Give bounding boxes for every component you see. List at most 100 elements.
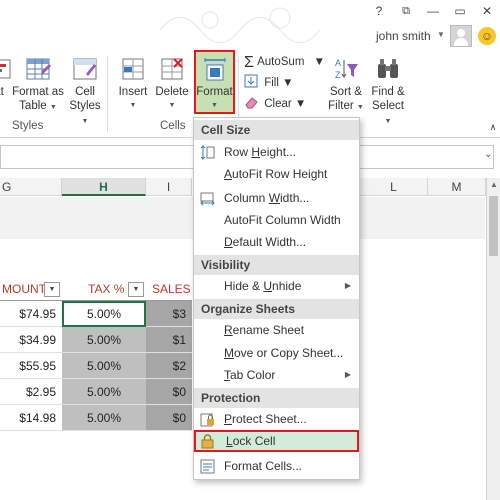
amount-cell[interactable]: $55.95 [0, 353, 62, 379]
menu-item-label: Hide & Unhide [224, 279, 302, 293]
column-header-i[interactable]: I [146, 178, 192, 196]
menu-item-column-width[interactable]: Column Width... [194, 187, 359, 209]
title-bar: ? ⧉ — ▭ ✕ [0, 0, 500, 43]
fill-label: Fill [264, 77, 279, 89]
binoculars-icon [375, 56, 401, 82]
menu-item-label: AutoFit Column Width [224, 213, 341, 227]
insert-button[interactable]: Insert ▼ [116, 56, 150, 113]
sales-tax-cell[interactable]: $3 [146, 301, 192, 327]
scrollbar-thumb[interactable] [489, 196, 498, 256]
clear-dropdown-icon: ▼ [294, 98, 307, 110]
cell-styles-icon [72, 56, 98, 82]
maximize-button[interactable]: ▭ [451, 2, 469, 20]
menu-item-tab-color[interactable]: Tab Color ▶ [194, 364, 359, 386]
tax-cell-selected[interactable]: 5.00% [62, 301, 146, 327]
find-select-button[interactable]: Find & Select ▼ [368, 56, 408, 129]
account-bar: john smith ▼ ☺ [0, 24, 500, 50]
user-name[interactable]: john smith [376, 29, 431, 43]
amount-header: MOUNT [2, 282, 46, 296]
column-header-l[interactable]: L [360, 178, 428, 196]
delete-button[interactable]: Delete ▼ [154, 56, 190, 113]
sales-tax-cell[interactable]: $1 [146, 327, 192, 353]
sales-tax-cell[interactable]: $0 [146, 379, 192, 405]
close-button[interactable]: ✕ [478, 2, 496, 20]
expand-formula-bar-icon[interactable]: ⌄ [484, 149, 492, 160]
amount-cell[interactable]: $74.95 [0, 301, 62, 327]
sales-tax-cell[interactable]: $0 [146, 405, 192, 431]
menu-item-move-copy-sheet[interactable]: Move or Copy Sheet... [194, 342, 359, 364]
menu-item-label: Lock Cell [226, 434, 276, 448]
fill-down-icon [244, 74, 258, 88]
avatar[interactable] [450, 25, 472, 47]
menu-item-lock-cell[interactable]: Lock Cell [194, 430, 359, 452]
eraser-icon [244, 95, 258, 109]
sales-tax-cell[interactable]: $2 [146, 353, 192, 379]
menu-item-label: AutoFit Row Height [224, 167, 328, 181]
help-button[interactable]: ? [370, 2, 388, 20]
fill-button[interactable]: Fill ▼ [244, 74, 294, 92]
delete-cells-icon [159, 56, 185, 82]
cell-styles-label-line1: Cell [75, 86, 95, 98]
format-as-table-label-line1: Format as [12, 86, 64, 98]
menu-section-visibility: Visibility [194, 255, 359, 275]
menu-section-organize-sheets: Organize Sheets [194, 299, 359, 319]
tax-cell[interactable]: 5.00% [62, 353, 146, 379]
menu-item-autofit-row-height[interactable]: AutoFit Row Height [194, 163, 359, 185]
insert-dropdown-icon: ▼ [129, 102, 137, 109]
menu-item-label: Tab Color [224, 368, 276, 382]
insert-label: Insert [118, 86, 148, 98]
menu-item-label: Default Width... [224, 235, 307, 249]
amount-cell[interactable]: $14.98 [0, 405, 62, 431]
menu-item-label: Format Cells... [224, 459, 303, 473]
delete-label: Delete [155, 86, 189, 98]
column-header-h[interactable]: H [62, 178, 146, 196]
format-as-table-label-line2: Table ▼ [19, 100, 57, 112]
styles-group-label: Styles [12, 120, 44, 132]
cells-group-label: Cells [160, 120, 186, 132]
conditional-formatting-partial[interactable]: at [0, 56, 11, 99]
clear-button[interactable]: Clear ▼ [244, 95, 306, 113]
clear-label: Clear [264, 98, 292, 110]
menu-item-row-height[interactable]: Row Height... [194, 141, 359, 163]
row-height-icon [200, 145, 215, 160]
find-select-label-line1: Find & [371, 86, 405, 98]
feedback-smiley-icon[interactable]: ☺ [478, 27, 496, 45]
menu-item-default-width[interactable]: Default Width... [194, 231, 359, 253]
amount-cell[interactable]: $34.99 [0, 327, 62, 353]
minimize-button[interactable]: — [424, 2, 442, 20]
format-button[interactable]: Format ▼ [194, 50, 235, 114]
column-header-m[interactable]: M [428, 178, 486, 196]
collapse-ribbon-icon[interactable]: ∧ [488, 120, 498, 134]
column-header-g[interactable]: G [0, 178, 62, 196]
menu-item-label: Row Height... [224, 145, 297, 159]
format-cells-dialog-icon [200, 459, 215, 474]
ribbon-display-options-button[interactable]: ⧉ [397, 2, 415, 20]
account-dropdown-icon[interactable]: ▼ [437, 30, 445, 39]
tax-cell[interactable]: 5.00% [62, 405, 146, 431]
sort-filter-label-line1: Sort & [330, 86, 362, 98]
menu-item-hide-unhide[interactable]: Hide & Unhide ▶ [194, 275, 359, 297]
vertical-scrollbar[interactable]: ▲ [486, 178, 500, 500]
format-as-table-button[interactable]: Format as Table ▼ [12, 56, 64, 115]
autosum-button[interactable]: Σ AutoSum ▼ [244, 53, 325, 71]
cell-styles-button[interactable]: Cell Styles ▼ [66, 56, 104, 129]
menu-item-protect-sheet[interactable]: Protect Sheet... [194, 408, 359, 430]
tax-cell[interactable]: 5.00% [62, 379, 146, 405]
menu-item-autofit-column-width[interactable]: AutoFit Column Width [194, 209, 359, 231]
autosum-dropdown-icon: ▼ [313, 56, 325, 68]
format-cells-icon [202, 56, 228, 82]
format-label: Format [196, 86, 233, 98]
tax-cell[interactable]: 5.00% [62, 327, 146, 353]
menu-item-label: Column Width... [224, 191, 310, 205]
scroll-up-icon[interactable]: ▲ [490, 180, 498, 189]
menu-item-rename-sheet[interactable]: Rename Sheet [194, 319, 359, 341]
tax-filter-button[interactable]: ▼ [128, 282, 144, 297]
lock-icon [200, 434, 215, 449]
column-width-icon [200, 191, 215, 206]
menu-item-format-cells[interactable]: Format Cells... [194, 455, 359, 477]
amount-cell[interactable]: $2.95 [0, 379, 62, 405]
amount-filter-button[interactable]: ▼ [44, 282, 60, 297]
menu-item-label: Protect Sheet... [224, 412, 307, 426]
sort-filter-button[interactable]: AZ Sort & Filter ▼ [326, 56, 366, 115]
insert-cells-icon [120, 56, 146, 82]
